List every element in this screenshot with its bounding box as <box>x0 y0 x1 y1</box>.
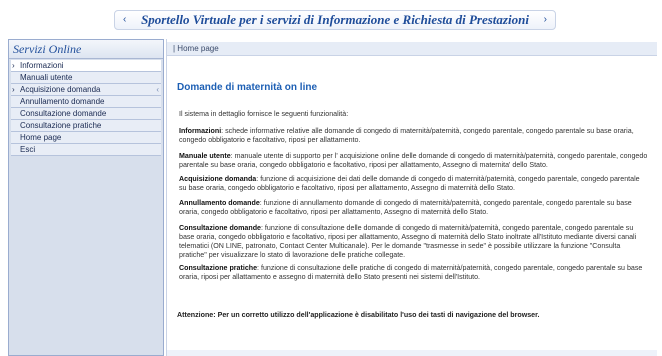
chevron-right-icon: › <box>12 61 15 70</box>
sidebar-item-label: Home page <box>20 133 62 142</box>
sidebar-menu: › Informazioni Manuali utente › Acquisiz… <box>11 60 161 156</box>
section-term: Acquisizione domanda <box>179 175 257 183</box>
sidebar-item-acquisizione-domanda[interactable]: › Acquisizione domanda ‹ <box>11 84 161 96</box>
section-annullamento-domande: Annullamento domande: funzione di annull… <box>179 199 649 217</box>
section-acquisizione-domanda: Acquisizione domanda: funzione di acquis… <box>179 175 649 193</box>
main-content: | Home page Domande di maternità on line… <box>166 39 657 356</box>
sidebar-item-consultazione-pratiche[interactable]: Consultazione pratiche <box>11 120 161 132</box>
sidebar-item-label: Consultazione pratiche <box>20 121 102 130</box>
sidebar-item-label: Informazioni <box>20 61 64 70</box>
section-term: Consultazione pratiche <box>179 264 258 272</box>
sidebar-item-label: Annullamento domande <box>20 97 105 106</box>
chevron-left-icon: ‹ <box>156 85 159 94</box>
sidebar-item-label: Manuali utente <box>20 73 73 82</box>
content-footer-bar <box>167 350 657 356</box>
section-consultazione-pratiche: Consultazione pratiche: funzione di cons… <box>179 264 649 282</box>
sidebar-item-manuali-utente[interactable]: Manuali utente <box>11 72 161 84</box>
page-header-title: Sportello Virtuale per i servizi di Info… <box>141 12 529 27</box>
sidebar-item-label: Consultazione domande <box>20 109 107 118</box>
section-term: Consultazione domande <box>179 224 261 232</box>
section-text: : schede informative relative alle doman… <box>179 127 634 144</box>
section-informazioni: Informazioni: schede informative relativ… <box>179 127 649 145</box>
sidebar-header: Servizi Online <box>9 40 163 59</box>
sidebar-title: Servizi Online <box>13 42 82 56</box>
section-consultazione-domande: Consultazione domande: funzione di consu… <box>179 224 649 260</box>
sidebar-item-informazioni[interactable]: › Informazioni <box>11 60 161 72</box>
section-term: Informazioni <box>179 127 222 135</box>
sidebar-item-label: Esci <box>20 145 36 154</box>
header-banner: ‹ Sportello Virtuale per i servizi di In… <box>114 10 556 30</box>
page-title: Domande di maternità on line <box>177 82 318 93</box>
section-text: : manuale utente di supporto per l' acqu… <box>179 152 648 169</box>
sidebar-item-home-page[interactable]: Home page <box>11 132 161 144</box>
sidebar: Servizi Online › Informazioni Manuali ut… <box>8 39 164 356</box>
intro-text: Il sistema in dettaglio fornisce le segu… <box>179 110 349 118</box>
sidebar-item-label: Acquisizione domanda <box>20 85 101 94</box>
chevron-right-icon: › <box>543 14 547 25</box>
section-term: Annullamento domande <box>179 199 260 207</box>
sidebar-item-esci[interactable]: Esci <box>11 144 161 156</box>
section-manuale-utente: Manuale utente: manuale utente di suppor… <box>179 152 649 170</box>
section-term: Manuale utente <box>179 152 231 160</box>
warning-text: Attenzione: Per un corretto utilizzo del… <box>177 311 540 319</box>
sidebar-item-consultazione-domande[interactable]: Consultazione domande <box>11 108 161 120</box>
breadcrumb[interactable]: | Home page <box>167 42 657 56</box>
sidebar-item-annullamento-domande[interactable]: Annullamento domande <box>11 96 161 108</box>
chevron-right-icon: › <box>12 85 15 94</box>
